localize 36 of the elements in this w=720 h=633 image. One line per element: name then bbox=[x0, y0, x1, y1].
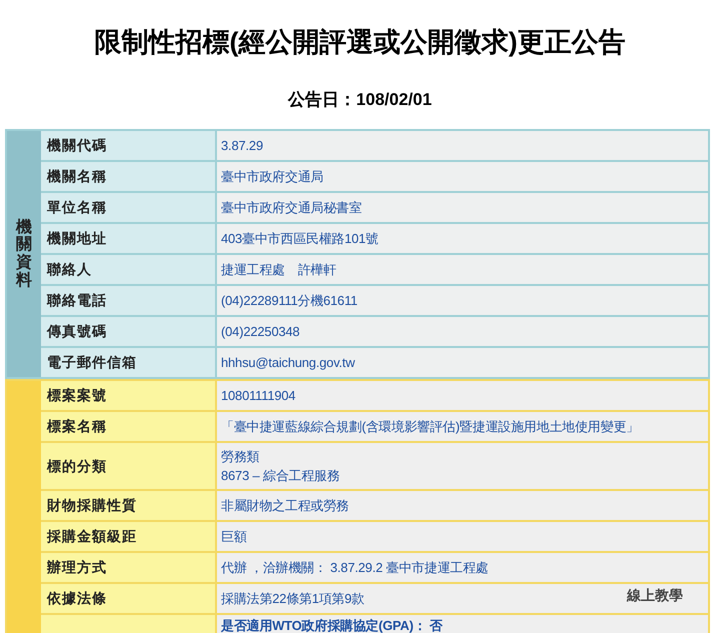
field-value: 採購法第22條第1項第9款 bbox=[221, 590, 364, 608]
field-label: 財物採購性質 bbox=[41, 491, 217, 520]
field-value: 代辦 ，洽辦機關： 3.87.29.2 臺中市捷運工程處 bbox=[221, 559, 488, 577]
announce-date: 公告日：108/02/01 bbox=[288, 89, 432, 111]
field-label: 機關名稱 bbox=[41, 162, 217, 191]
field-label: 標案案號 bbox=[41, 381, 217, 410]
field-value: 403臺中市西區民權路101號 bbox=[221, 230, 378, 248]
field-label: 標案名稱 bbox=[41, 412, 217, 441]
field-value: 臺中市政府交通局 bbox=[221, 168, 324, 186]
page-title: 限制性招標(經公開評選或公開徵求)更正公告 bbox=[94, 26, 626, 59]
field-value: 10801111904 bbox=[221, 387, 296, 405]
field-label: 機關代碼 bbox=[41, 131, 217, 160]
field-label: 依據法條 bbox=[41, 584, 217, 613]
tutorial-link[interactable]: 線上教學 bbox=[627, 585, 683, 606]
group-label: 機關資料 bbox=[16, 218, 32, 290]
field-label: 聯絡人 bbox=[41, 255, 217, 284]
field-value: (04)22289111分機61611 bbox=[221, 292, 358, 310]
field-label: 傳真號碼 bbox=[41, 317, 217, 346]
field-value: 是否適用WTO政府採購協定(GPA)： 否 bbox=[221, 617, 442, 633]
field-label: 採購金額級距 bbox=[41, 522, 217, 551]
field-label: 機關地址 bbox=[41, 224, 217, 253]
field-label: 電子郵件信箱 bbox=[41, 348, 217, 377]
field-value: 捷運工程處 許樺軒 bbox=[221, 261, 336, 279]
field-label: 聯絡電話 bbox=[41, 286, 217, 315]
field-label: 單位名稱 bbox=[41, 193, 217, 222]
field-value: 臺中市政府交通局秘書室 bbox=[221, 199, 362, 217]
field-value: 非屬財物之工程或勞務 bbox=[221, 497, 350, 515]
field-value: hhhsu@taichung.gov.tw bbox=[221, 354, 355, 372]
field-label: 標的分類 bbox=[41, 443, 217, 489]
field-value: 3.87.29 bbox=[221, 137, 263, 155]
field-label: 辦理方式 bbox=[41, 553, 217, 582]
field-value: 巨額 bbox=[221, 528, 247, 546]
field-value: 8673 – 綜合工程服務 bbox=[221, 467, 340, 485]
field-value: (04)22250348 bbox=[221, 323, 300, 341]
field-value: 勞務類 bbox=[221, 448, 260, 466]
field-value: 「臺中捷運藍線綜合規劃(含環境影響評估)暨捷運設施用地土地使用變更」 bbox=[221, 418, 639, 436]
